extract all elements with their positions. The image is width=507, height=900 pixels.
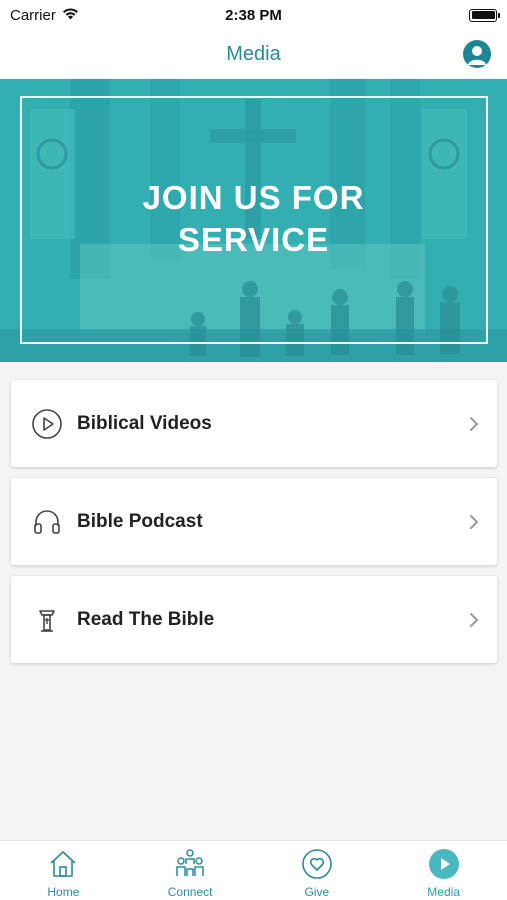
home-icon xyxy=(47,848,79,880)
hero-banner[interactable]: JOIN US FOR SERVICE xyxy=(0,79,507,362)
tab-connect[interactable]: Connect xyxy=(127,841,254,900)
chevron-right-icon xyxy=(470,613,479,627)
tab-label: Media xyxy=(427,885,460,899)
lectern-icon xyxy=(31,604,63,636)
person-icon xyxy=(464,41,490,67)
menu-item-label: Bible Podcast xyxy=(77,510,203,532)
nav-bar: Media xyxy=(0,30,507,78)
menu-item-bible-podcast[interactable]: Bible Podcast xyxy=(11,478,497,565)
menu-item-biblical-videos[interactable]: Biblical Videos xyxy=(11,380,497,467)
tab-home[interactable]: Home xyxy=(0,841,127,900)
wifi-icon xyxy=(62,7,79,24)
tab-label: Connect xyxy=(167,885,213,899)
menu-item-read-the-bible[interactable]: Read The Bible xyxy=(11,576,497,663)
status-bar: Carrier 2:38 PM xyxy=(0,0,507,30)
tab-label: Home xyxy=(47,885,80,899)
tab-label: Give xyxy=(304,885,330,899)
people-icon xyxy=(174,848,206,880)
tab-media[interactable]: Media xyxy=(380,841,507,900)
play-filled-icon xyxy=(428,848,460,880)
page-title: Media xyxy=(226,42,281,65)
hero-title: JOIN US FOR SERVICE xyxy=(142,179,365,258)
carrier-label: Carrier xyxy=(10,6,56,24)
battery-icon xyxy=(469,8,500,22)
heart-circle-icon xyxy=(301,848,333,880)
status-left: Carrier xyxy=(10,7,79,24)
tab-bar: Home Connect Give Media xyxy=(0,840,507,900)
headphones-icon xyxy=(31,506,63,538)
tab-give[interactable]: Give xyxy=(254,841,381,900)
menu-item-label: Read The Bible xyxy=(77,608,215,630)
profile-button[interactable] xyxy=(463,40,491,68)
menu-item-label: Biblical Videos xyxy=(77,412,212,434)
chevron-right-icon xyxy=(470,515,479,529)
chevron-right-icon xyxy=(470,417,479,431)
play-circle-icon xyxy=(31,408,63,440)
